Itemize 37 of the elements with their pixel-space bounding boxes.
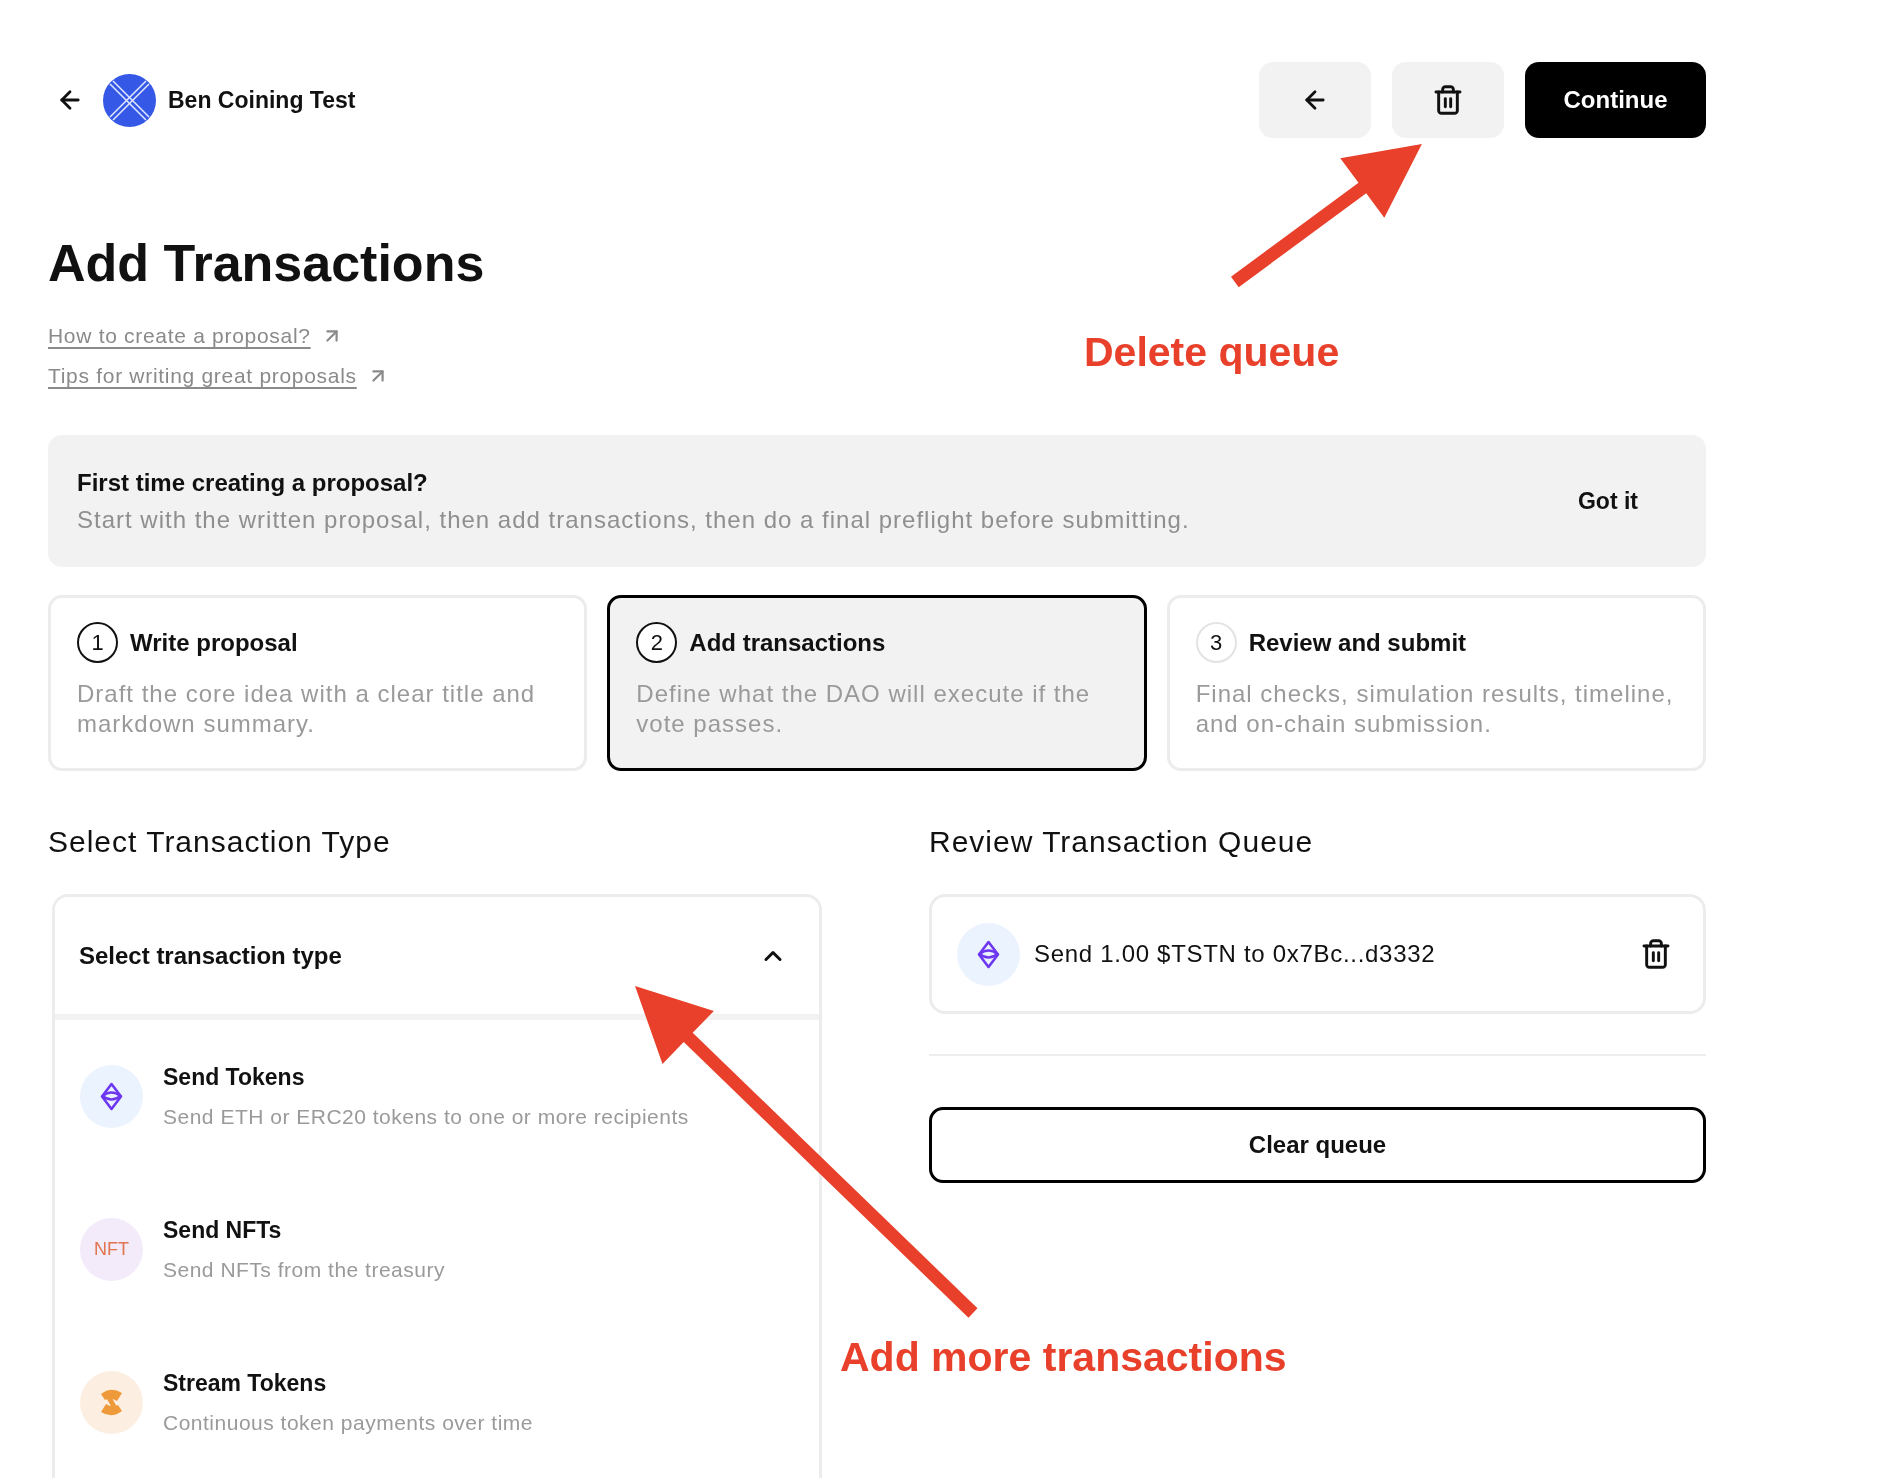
step-title: Write proposal	[130, 628, 298, 657]
dismiss-button[interactable]: Got it	[1577, 487, 1638, 515]
annotation-label: Delete queue	[1084, 328, 1340, 376]
option-description: Send NFTs from the treasury	[163, 1256, 445, 1283]
step-card[interactable]: 2 Add transactions Define what the DAO will execute if the vote passes.	[607, 595, 1147, 771]
trash-icon	[1432, 84, 1464, 116]
step-title: Add transactions	[689, 628, 886, 657]
step-number: 2	[636, 622, 678, 663]
step-description: Define what the DAO will execute if the vote passes.	[636, 679, 1092, 739]
queue-item-text: Send 1.00 $TSTN to 0x7Bc...d3332	[1034, 940, 1437, 968]
option-description: Continuous token payments over time	[163, 1409, 534, 1436]
dao-name: Ben Coining Test	[168, 86, 356, 114]
step-description: Final checks, simulation results, timeline, and on-chain submission.	[1195, 679, 1675, 739]
trash-icon	[1640, 938, 1672, 970]
step-description: Draft the core idea with a clear title and markdown summary.	[77, 679, 537, 739]
step-card[interactable]: 1 Write proposal Draft the core idea with a clear title and markdown summary.	[48, 595, 588, 771]
annotation-label: Add more transactions	[840, 1333, 1287, 1381]
delete-queue-button[interactable]	[1392, 62, 1504, 138]
remove-item-button[interactable]	[1640, 938, 1672, 970]
option-title[interactable]: Send Tokens	[163, 1060, 689, 1093]
step-title: Review and submit	[1248, 628, 1467, 657]
avatar-icon	[103, 73, 156, 127]
notice-text: Start with the written proposal, then add transactions, then do a final preflight before submitting.	[77, 504, 1190, 535]
s-shape-icon	[80, 1371, 143, 1434]
nft-badge: NFT	[80, 1218, 143, 1281]
continue-button[interactable]: Continue	[1525, 62, 1706, 138]
page-title: Add Transactions	[48, 233, 486, 294]
section-heading: Select Transaction Type	[48, 824, 392, 860]
notice-title: First time creating a proposal?	[77, 467, 429, 498]
step-card[interactable]: 3 Review and submit Final checks, simulation results, timeline, and on-chain submission.	[1166, 595, 1706, 771]
option-description: Send ETH or ERC20 tokens to one or more recipients	[163, 1103, 689, 1130]
step-number: 3	[1195, 622, 1237, 663]
clear-queue-button[interactable]: Clear queue	[929, 1107, 1706, 1183]
option-title[interactable]: Stream Tokens	[163, 1366, 534, 1399]
section-heading: Review Transaction Queue	[929, 824, 1315, 860]
step-number: 1	[77, 622, 118, 663]
option-title[interactable]: Send NFTs	[163, 1213, 445, 1246]
